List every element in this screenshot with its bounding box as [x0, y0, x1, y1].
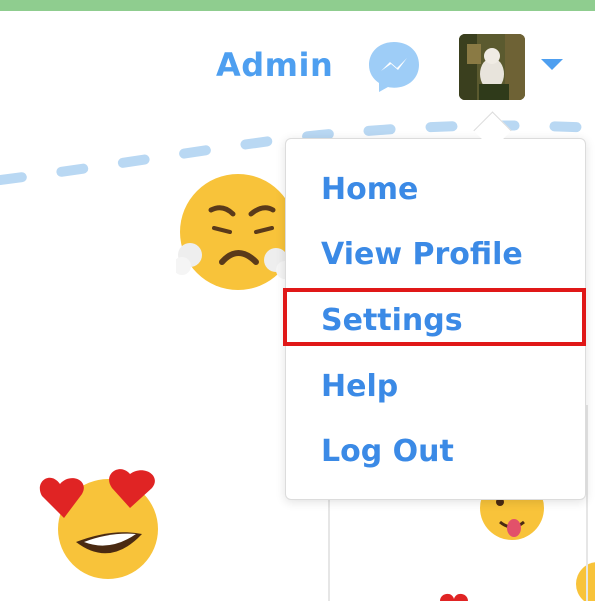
heart-bit-icon [440, 593, 468, 601]
menu-item-log-out[interactable]: Log Out [321, 434, 454, 469]
user-avatar[interactable] [459, 34, 525, 100]
messenger-icon[interactable] [367, 40, 421, 94]
settings-highlight-box [283, 288, 586, 346]
panel-edge [586, 405, 588, 601]
avatar-photo [459, 34, 525, 100]
admin-label[interactable]: Admin [216, 46, 333, 84]
top-strip [0, 0, 595, 11]
menu-item-home[interactable]: Home [321, 172, 418, 207]
heart-eyes-emoji [39, 469, 158, 579]
menu-item-view-profile[interactable]: View Profile [321, 237, 523, 272]
tongue-wink-emoji [480, 498, 544, 540]
emoji-edge-icon [576, 562, 595, 601]
caret-down-icon[interactable] [541, 59, 563, 70]
face-with-steam-emoji [176, 174, 296, 290]
panel-edge [328, 500, 330, 601]
menu-item-help[interactable]: Help [321, 369, 398, 404]
